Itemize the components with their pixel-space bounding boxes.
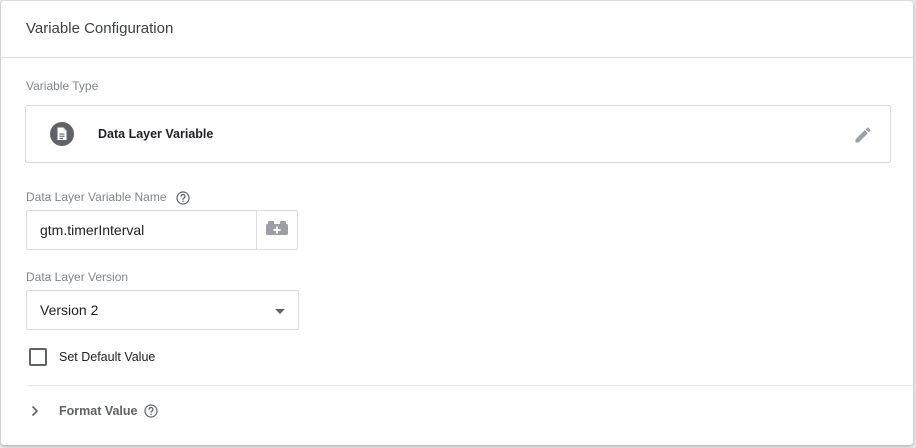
variable-type-box[interactable]: Data Layer Variable — [25, 105, 891, 163]
variable-type-name: Data Layer Variable — [98, 127, 214, 141]
default-value-label: Set Default Value — [59, 350, 156, 364]
help-icon[interactable] — [143, 404, 158, 418]
help-icon[interactable] — [176, 191, 190, 205]
chevron-right-icon — [31, 404, 43, 418]
card-header: Variable Configuration — [1, 1, 913, 58]
variable-name-label-row: Data Layer Variable Name — [26, 190, 190, 205]
dropdown-caret-icon — [275, 309, 285, 314]
variable-picker-button[interactable] — [256, 210, 298, 250]
format-value-label: Format Value — [59, 404, 138, 418]
pencil-icon[interactable] — [852, 124, 874, 146]
variable-name-group — [26, 210, 298, 250]
default-value-checkbox[interactable] — [29, 348, 47, 366]
variable-type-label: Variable Type — [26, 79, 99, 93]
version-selected-value: Version 2 — [40, 302, 99, 318]
version-label: Data Layer Version — [26, 270, 129, 284]
document-icon — [50, 122, 74, 146]
divider — [26, 385, 913, 386]
variable-configuration-card: Variable Configuration Variable Type Dat… — [1, 1, 913, 445]
lego-brick-icon — [265, 220, 289, 241]
variable-name-label: Data Layer Variable Name — [26, 190, 167, 204]
variable-name-input[interactable] — [26, 210, 256, 250]
default-value-row[interactable]: Set Default Value — [29, 348, 155, 366]
version-select[interactable]: Version 2 — [26, 290, 299, 330]
card-title: Variable Configuration — [26, 19, 174, 37]
format-value-toggle[interactable]: Format Value — [31, 404, 158, 418]
